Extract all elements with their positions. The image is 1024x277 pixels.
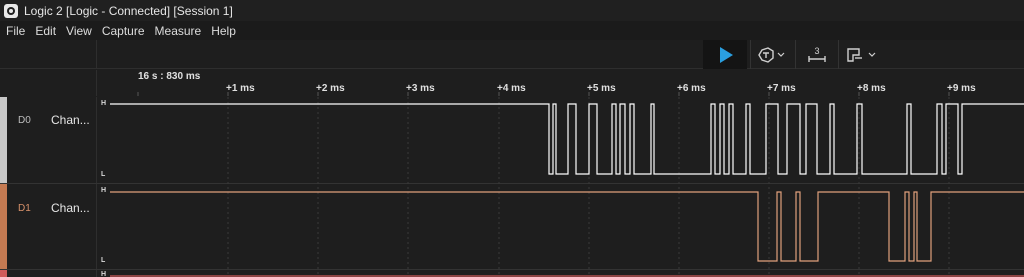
waveform-canvas[interactable] [0,0,1024,277]
d0-waveform [110,103,1024,175]
ruler-ticks [137,92,950,96]
d1-waveform [110,191,1024,262]
